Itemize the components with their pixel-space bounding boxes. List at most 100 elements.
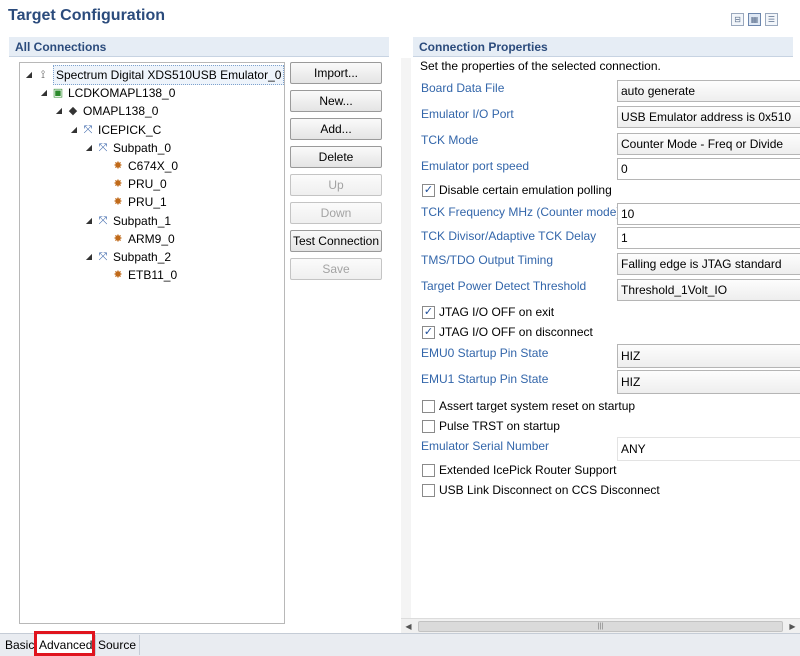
grid-view-icon[interactable]: ▦ [748,13,761,26]
jtag-off-disconnect-label: JTAG I/O OFF on disconnect [439,325,593,339]
tck-frequency-input[interactable]: 10 [617,203,800,225]
up-button[interactable]: Up [290,174,382,196]
tree-node-label: Subpath_1 [113,213,172,228]
tree-node[interactable]: ✸ C674X_0 [99,157,178,175]
disable-polling-checkbox[interactable]: ✓ [422,183,435,197]
import-button[interactable]: Import... [290,62,382,84]
cpu-icon: ✸ [113,178,123,191]
expand-toggle-icon[interactable]: ◢ [39,84,49,102]
expand-toggle-icon[interactable]: ◢ [84,139,94,157]
delete-button[interactable]: Delete [290,146,382,168]
disable-polling-checkbox-row[interactable]: ✓ Disable certain emulation polling [422,183,612,197]
icepick-router-label: Extended IcePick Router Support [439,463,617,477]
scroll-thumb[interactable]: ||| [418,621,783,632]
tree-node-label: ARM9_0 [128,231,175,246]
expand-toggle-icon[interactable]: ◢ [54,102,64,120]
list-view-icon[interactable]: ☰ [765,13,778,26]
tree-node[interactable]: ◢ ◆ OMAPL138_0 [54,102,158,120]
board-icon: ▣ [52,87,64,100]
emulator-port-speed-label: Emulator port speed [421,159,530,173]
usb-disconnect-label: USB Link Disconnect on CCS Disconnect [439,483,660,497]
tck-mode-select[interactable]: Counter Mode - Freq or Divide [617,133,800,155]
emu1-state-select[interactable]: HIZ [617,370,800,394]
tree-node-label: OMAPL138_0 [83,104,159,119]
connection-properties-panel: Set the properties of the selected conne… [413,58,800,618]
pulse-trst-label: Pulse TRST on startup [439,419,560,433]
jtag-off-exit-row[interactable]: ✓ JTAG I/O OFF on exit [422,305,554,319]
tms-tdo-select[interactable]: Falling edge is JTAG standard [617,253,800,275]
tree-node[interactable]: ◢ ⟟ Spectrum Digital XDS510USB Emulator_0 [24,65,285,85]
jtag-off-disconnect-row[interactable]: ✓ JTAG I/O OFF on disconnect [422,325,593,339]
add-button[interactable]: Add... [290,118,382,140]
expand-toggle-icon[interactable]: ◢ [84,212,94,230]
jtag-off-disconnect-checkbox[interactable]: ✓ [422,325,435,339]
tab-advanced[interactable]: Advanced [36,635,97,655]
properties-horizontal-scrollbar[interactable]: ◀ ||| ▶ [401,618,800,633]
tab-basic[interactable]: Basic [2,635,39,655]
tree-node[interactable]: ✸ ETB11_0 [99,266,177,284]
serial-number-input[interactable]: ANY [617,437,800,461]
properties-subtitle: Set the properties of the selected conne… [420,59,661,73]
tree-node[interactable]: ◢ ⤧ Subpath_2 [84,248,171,266]
tree-node[interactable]: ◢ ⤧ ICEPICK_C [69,121,161,139]
page-title: Target Configuration [8,7,166,24]
tms-tdo-label: TMS/TDO Output Timing [421,253,554,267]
tab-source[interactable]: Source [95,635,141,655]
power-detect-label: Target Power Detect Threshold [421,279,587,293]
tree-node-label: Subpath_2 [113,250,172,264]
tree-node[interactable]: ◢ ⤧ Subpath_1 [84,212,171,230]
down-button[interactable]: Down [290,202,382,224]
connections-tree[interactable]: ◢ ⟟ Spectrum Digital XDS510USB Emulator_0 ◢… [19,62,285,624]
router-icon: ⤧ [83,123,93,136]
test-connection-button[interactable]: Test Connection [290,230,382,252]
subpath-icon: ⤧ [98,251,108,263]
assert-reset-row[interactable]: Assert target system reset on startup [422,399,635,413]
assert-reset-checkbox[interactable] [422,399,435,413]
icepick-router-checkbox[interactable] [422,463,435,477]
tree-node[interactable]: ✸ PRU_1 [99,193,166,211]
view-mode-toolbar: ⊟ ▦ ☰ [731,13,778,26]
tree-node-label: C674X_0 [128,159,179,173]
collapse-all-icon[interactable]: ⊟ [731,13,744,26]
tree-node-label: Subpath_0 [113,140,172,155]
assert-reset-label: Assert target system reset on startup [439,399,636,413]
cpu-icon: ✸ [113,160,123,172]
emulator-port-speed-input[interactable]: 0 [617,158,800,180]
emulator-io-port-select[interactable]: USB Emulator address is 0x510 [617,106,800,128]
usb-disconnect-checkbox[interactable] [422,483,435,497]
emulator-io-port-label: Emulator I/O Port [421,107,514,121]
usb-disconnect-row[interactable]: USB Link Disconnect on CCS Disconnect [422,483,660,497]
jtag-off-exit-checkbox[interactable]: ✓ [422,305,435,319]
tree-node[interactable]: ✸ ARM9_0 [99,230,175,248]
serial-number-label: Emulator Serial Number [421,439,550,453]
tck-divisor-input[interactable]: 1 [617,227,800,249]
expand-toggle-icon[interactable]: ◢ [84,248,94,266]
board-data-file-select[interactable]: auto generate [617,80,800,102]
scroll-left-arrow-icon[interactable]: ◀ [401,619,416,634]
tree-node-label: PRU_0 [128,177,167,192]
tree-node[interactable]: ◢ ⤧ Subpath_0 [84,139,171,157]
tree-node-label: LCDKOMAPL138_0 [68,86,176,101]
save-button[interactable]: Save [290,258,382,280]
connection-properties-header: Connection Properties [413,37,793,57]
expand-toggle-icon[interactable]: ◢ [24,66,34,84]
tree-node[interactable]: ◢ ▣ LCDKOMAPL138_0 [39,84,175,102]
chip-icon: ◆ [68,105,78,118]
emulator-icon: ⟟ [40,69,46,81]
expand-toggle-icon[interactable]: ◢ [69,121,79,139]
pulse-trst-row[interactable]: Pulse TRST on startup [422,419,560,433]
icepick-router-row[interactable]: Extended IcePick Router Support [422,463,616,477]
all-connections-header: All Connections [9,37,389,57]
tree-node[interactable]: ✸ PRU_0 [99,175,167,193]
pulse-trst-checkbox[interactable] [422,419,435,433]
scroll-right-arrow-icon[interactable]: ▶ [785,619,800,634]
emu0-state-label: EMU0 Startup Pin State [421,346,549,360]
cpu-icon: ✸ [113,196,123,209]
emu0-state-select[interactable]: HIZ [617,344,800,368]
tree-node-label: ETB11_0 [128,268,178,283]
new-button[interactable]: New... [290,90,382,112]
subpath-icon: ⤧ [98,141,108,154]
tree-node-label: Spectrum Digital XDS510USB Emulator_0 [53,65,285,85]
power-detect-select[interactable]: Threshold_1Volt_IO [617,279,800,301]
tck-divisor-label: TCK Divisor/Adaptive TCK Delay [421,229,597,243]
